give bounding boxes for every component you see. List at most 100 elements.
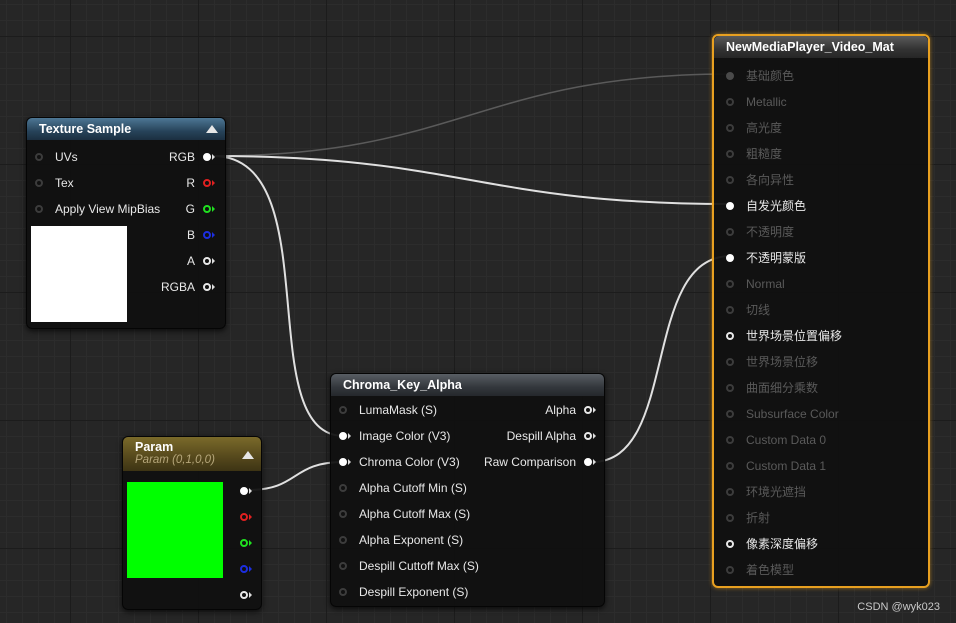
input-apply-view-mipbias[interactable]: Apply View MipBias bbox=[35, 201, 160, 217]
output-b[interactable]: B bbox=[187, 227, 215, 243]
pin-arrow-icon bbox=[212, 284, 215, 290]
material-header[interactable]: NewMediaPlayer_Video_Mat bbox=[714, 36, 928, 58]
input-alpha-cutoff-min[interactable]: Alpha Cutoff Min (S) bbox=[339, 480, 467, 496]
input-pin-icon[interactable] bbox=[726, 72, 734, 80]
input-tex[interactable]: Tex bbox=[35, 175, 74, 191]
param-node[interactable]: Param Param (0,1,0,0) bbox=[122, 436, 262, 610]
texture-sample-header[interactable]: Texture Sample bbox=[27, 118, 225, 140]
input-uvs[interactable]: UVs bbox=[35, 149, 78, 165]
texture-sample-node[interactable]: Texture Sample UVs Tex Apply View MipBia… bbox=[26, 117, 226, 329]
input-despill-exponent[interactable]: Despill Exponent (S) bbox=[339, 584, 468, 600]
input-pin-icon[interactable] bbox=[726, 98, 734, 106]
input-pin-icon[interactable] bbox=[726, 280, 734, 288]
pin-arrow-icon bbox=[249, 514, 252, 520]
input-pin-icon[interactable] bbox=[339, 458, 347, 466]
output-rgb[interactable]: RGB bbox=[169, 149, 215, 165]
material-pin-emissive[interactable]: 自发光颜色 bbox=[726, 198, 806, 214]
material-pin-normal[interactable]: Normal bbox=[726, 276, 785, 292]
chroma-key-header[interactable]: Chroma_Key_Alpha bbox=[331, 374, 604, 396]
param-header[interactable]: Param Param (0,1,0,0) bbox=[123, 437, 261, 471]
output-g[interactable]: G bbox=[186, 201, 215, 217]
input-pin-icon[interactable] bbox=[339, 536, 347, 544]
output-alpha[interactable]: Alpha bbox=[545, 402, 596, 418]
output-pin-icon[interactable] bbox=[584, 432, 592, 440]
output-a[interactable]: A bbox=[187, 253, 215, 269]
input-pin-icon[interactable] bbox=[726, 384, 734, 392]
input-pin-icon[interactable] bbox=[726, 566, 734, 574]
pin-label: 不透明蒙版 bbox=[746, 251, 807, 265]
input-pin-icon[interactable] bbox=[35, 153, 43, 161]
pin-label: 世界场景位置偏移 bbox=[746, 329, 843, 343]
input-pin-icon[interactable] bbox=[726, 514, 734, 522]
output-pin-icon[interactable] bbox=[203, 179, 211, 187]
input-lumamask[interactable]: LumaMask (S) bbox=[339, 402, 437, 418]
material-pin-metallic[interactable]: Metallic bbox=[726, 94, 787, 110]
material-pin-custom-data-1[interactable]: Custom Data 1 bbox=[726, 458, 826, 474]
input-pin-icon[interactable] bbox=[726, 228, 734, 236]
input-pin-icon[interactable] bbox=[339, 484, 347, 492]
material-pin-opacity-mask[interactable]: 不透明蒙版 bbox=[726, 250, 806, 266]
input-pin-icon[interactable] bbox=[726, 176, 734, 184]
input-pin-icon[interactable] bbox=[726, 488, 734, 496]
material-pin-shading-model[interactable]: 着色模型 bbox=[726, 562, 794, 578]
input-despill-cutoff-max[interactable]: Despill Cuttoff Max (S) bbox=[339, 558, 479, 574]
output-pin-icon[interactable] bbox=[584, 458, 592, 466]
output-raw-comparison[interactable]: Raw Comparison bbox=[484, 454, 596, 470]
output-despill-alpha[interactable]: Despill Alpha bbox=[507, 428, 596, 444]
material-pin-roughness[interactable]: 粗糙度 bbox=[726, 146, 782, 162]
material-result-node[interactable]: NewMediaPlayer_Video_Mat 基础颜色 Metallic 高… bbox=[712, 34, 930, 588]
output-pin-b-icon[interactable] bbox=[240, 565, 248, 573]
input-pin-icon[interactable] bbox=[339, 562, 347, 570]
collapse-arrow-icon[interactable] bbox=[242, 451, 254, 459]
input-pin-icon[interactable] bbox=[726, 332, 734, 340]
material-pin-pixel-depth-offset[interactable]: 像素深度偏移 bbox=[726, 536, 818, 552]
output-pin-icon[interactable] bbox=[203, 257, 211, 265]
material-pin-base-color[interactable]: 基础颜色 bbox=[726, 68, 794, 84]
input-pin-icon[interactable] bbox=[726, 540, 734, 548]
input-pin-icon[interactable] bbox=[726, 150, 734, 158]
input-pin-icon[interactable] bbox=[726, 202, 734, 210]
material-pin-world-displacement[interactable]: 世界场景位移 bbox=[726, 354, 818, 370]
output-pin-icon[interactable] bbox=[240, 487, 248, 495]
input-pin-icon[interactable] bbox=[726, 306, 734, 314]
material-pin-refraction[interactable]: 折射 bbox=[726, 510, 770, 526]
input-pin-icon[interactable] bbox=[35, 179, 43, 187]
input-pin-icon[interactable] bbox=[339, 510, 347, 518]
input-pin-icon[interactable] bbox=[35, 205, 43, 213]
collapse-arrow-icon[interactable] bbox=[206, 125, 218, 133]
material-pin-specular[interactable]: 高光度 bbox=[726, 120, 782, 136]
output-pin-r-icon[interactable] bbox=[240, 513, 248, 521]
input-pin-icon[interactable] bbox=[726, 436, 734, 444]
material-pin-anisotropy[interactable]: 各向异性 bbox=[726, 172, 794, 188]
input-alpha-cutoff-max[interactable]: Alpha Cutoff Max (S) bbox=[339, 506, 470, 522]
input-pin-icon[interactable] bbox=[726, 358, 734, 366]
output-pin-icon[interactable] bbox=[203, 153, 211, 161]
input-pin-icon[interactable] bbox=[726, 410, 734, 418]
material-pin-custom-data-0[interactable]: Custom Data 0 bbox=[726, 432, 826, 448]
output-pin-a-icon[interactable] bbox=[240, 591, 248, 599]
material-pin-opacity[interactable]: 不透明度 bbox=[726, 224, 794, 240]
output-r[interactable]: R bbox=[186, 175, 215, 191]
input-alpha-exponent[interactable]: Alpha Exponent (S) bbox=[339, 532, 463, 548]
material-pin-subsurface-color[interactable]: Subsurface Color bbox=[726, 406, 839, 422]
material-pin-tessellation-multiplier[interactable]: 曲面细分乘数 bbox=[726, 380, 818, 396]
input-chroma-color[interactable]: Chroma Color (V3) bbox=[339, 454, 460, 470]
input-pin-icon[interactable] bbox=[726, 124, 734, 132]
input-image-color[interactable]: Image Color (V3) bbox=[339, 428, 450, 444]
material-pin-ambient-occlusion[interactable]: 环境光遮挡 bbox=[726, 484, 806, 500]
output-pin-g-icon[interactable] bbox=[240, 539, 248, 547]
input-pin-icon[interactable] bbox=[339, 588, 347, 596]
chroma-key-alpha-node[interactable]: Chroma_Key_Alpha LumaMask (S) Image Colo… bbox=[330, 373, 605, 607]
output-pin-icon[interactable] bbox=[203, 283, 211, 291]
pin-arrow-icon bbox=[249, 592, 252, 598]
output-pin-icon[interactable] bbox=[203, 205, 211, 213]
material-pin-tangent[interactable]: 切线 bbox=[726, 302, 770, 318]
input-pin-icon[interactable] bbox=[726, 254, 734, 262]
output-rgba[interactable]: RGBA bbox=[161, 279, 215, 295]
output-pin-icon[interactable] bbox=[203, 231, 211, 239]
material-pin-world-position-offset[interactable]: 世界场景位置偏移 bbox=[726, 328, 842, 344]
input-pin-icon[interactable] bbox=[339, 432, 347, 440]
input-pin-icon[interactable] bbox=[726, 462, 734, 470]
input-pin-icon[interactable] bbox=[339, 406, 347, 414]
output-pin-icon[interactable] bbox=[584, 406, 592, 414]
